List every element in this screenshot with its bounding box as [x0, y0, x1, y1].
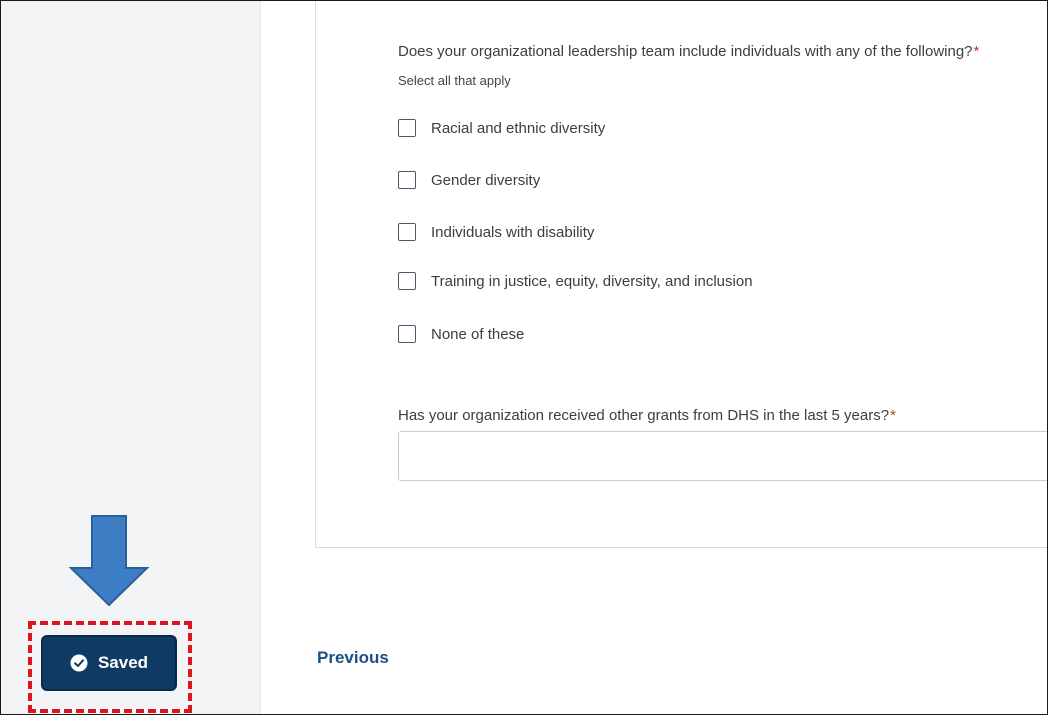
dhs-grants-answer-field[interactable]	[398, 431, 1047, 481]
option-gender-diversity[interactable]: Gender diversity	[398, 169, 540, 191]
screenshot-frame: Saved Does your organizational leadershi…	[0, 0, 1048, 715]
option-individuals-with-disability[interactable]: Individuals with disability	[398, 221, 594, 243]
option-label: Individuals with disability	[431, 223, 595, 241]
select-all-hint: Select all that apply	[398, 73, 511, 88]
required-mark: *	[973, 43, 980, 60]
checkbox[interactable]	[398, 223, 416, 241]
option-label: Racial and ethnic diversity	[431, 119, 606, 137]
question-text: Does your organizational leadership team…	[398, 43, 973, 60]
form-card: Does your organizational leadership team…	[315, 1, 1047, 548]
sidebar: Saved	[1, 1, 261, 714]
option-none-of-these[interactable]: None of these	[398, 323, 524, 345]
main-content: Does your organizational leadership team…	[261, 1, 1047, 714]
option-label: Gender diversity	[431, 171, 541, 189]
option-jedi-training[interactable]: Training in justice, equity, diversity, …	[398, 270, 753, 292]
leadership-question-label: Does your organizational leadership team…	[398, 43, 979, 60]
question-text: Has your organization received other gra…	[398, 407, 890, 424]
checkbox[interactable]	[398, 325, 416, 343]
annotation-arrow-down-icon	[68, 515, 150, 607]
dhs-grants-question-label: Has your organization received other gra…	[398, 407, 896, 424]
checkbox[interactable]	[398, 272, 416, 290]
saved-button[interactable]: Saved	[41, 635, 177, 691]
option-label: None of these	[431, 325, 525, 343]
option-label: Training in justice, equity, diversity, …	[431, 272, 753, 290]
check-circle-icon	[70, 654, 88, 672]
checkbox[interactable]	[398, 119, 416, 137]
checkbox[interactable]	[398, 171, 416, 189]
saved-label: Saved	[97, 653, 149, 672]
previous-link[interactable]: Previous	[317, 648, 389, 668]
option-racial-ethnic-diversity[interactable]: Racial and ethnic diversity	[398, 117, 605, 139]
required-mark: *	[890, 407, 896, 424]
